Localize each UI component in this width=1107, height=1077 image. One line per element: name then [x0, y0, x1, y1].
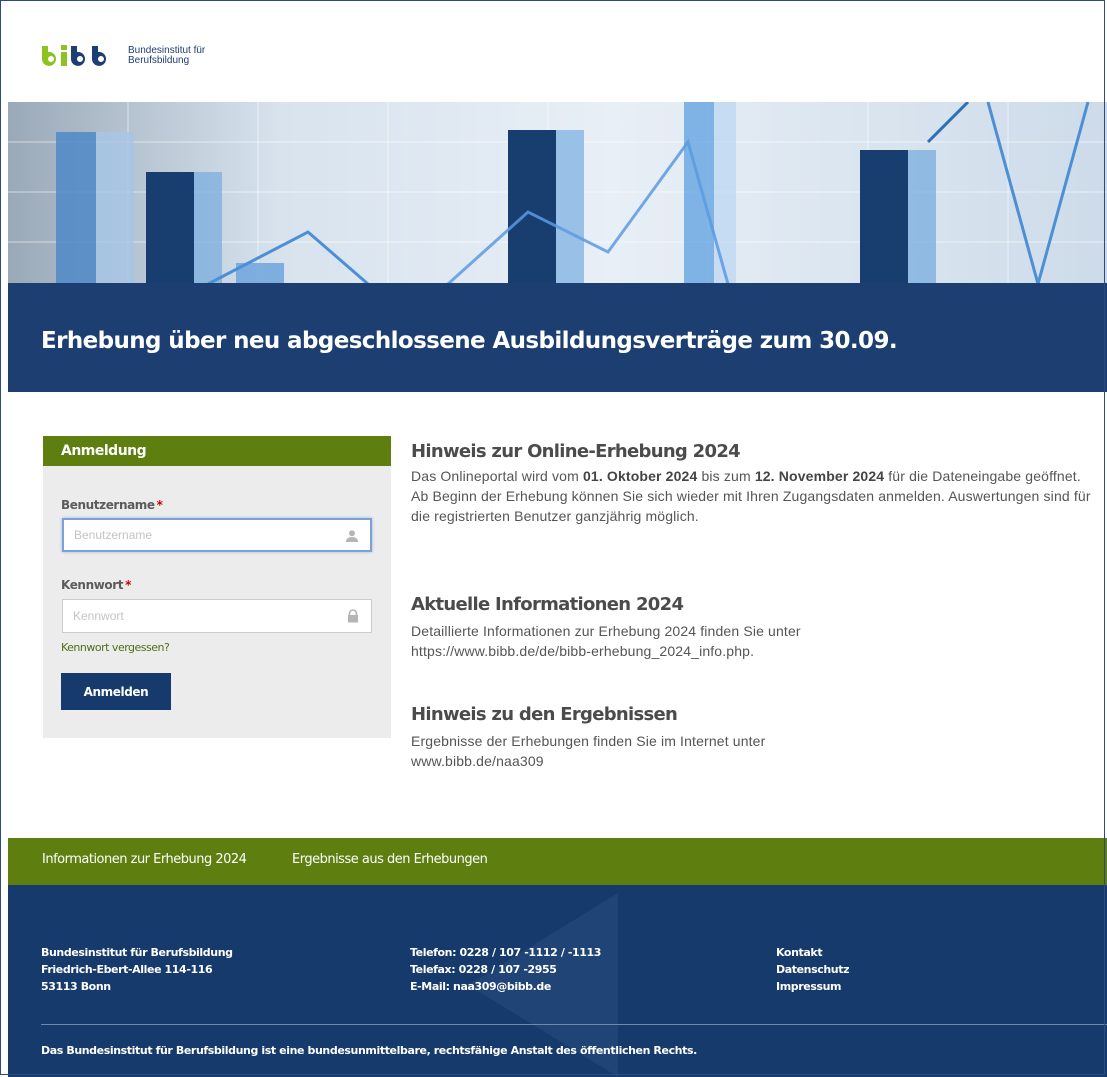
login-form: Anmeldung Benutzername* Kennwort* Kennwo… — [43, 436, 391, 738]
hero-banner: Erhebung über neu abgeschlossene Ausbild… — [8, 102, 1107, 392]
nav-link-informationen[interactable]: Informationen zur Erhebung 2024 — [42, 852, 247, 867]
username-label: Benutzername * — [61, 498, 163, 512]
username-field[interactable] — [62, 518, 372, 552]
info-section-online: Hinweis zur Online-Erhebung 2024 Das Onl… — [411, 441, 1091, 526]
footer-legal-text: Das Bundesinstitut für Berufsbildung ist… — [41, 1044, 697, 1057]
info-section-results: Hinweis zu den Ergebnissen Ergebnisse de… — [411, 704, 765, 771]
login-heading: Anmeldung — [43, 436, 391, 466]
lock-icon — [348, 609, 358, 623]
bibb-logo[interactable]: Bundesinstitut für Berufsbildung — [40, 44, 205, 68]
user-icon — [346, 530, 358, 542]
forgot-password-link[interactable]: Kennwort vergessen? — [61, 641, 170, 654]
footer-email: E-Mail: naa309@bibb.de — [410, 980, 551, 993]
section-text: Ergebnisse der Erhebungen finden Sie im … — [411, 733, 766, 749]
footer-phone: Telefon: 0228 / 107 -1112 / -1113 — [410, 946, 602, 959]
password-label: Kennwort * — [61, 578, 131, 592]
site-header: Bundesinstitut für Berufsbildung — [0, 0, 1107, 102]
required-mark: * — [125, 578, 131, 592]
footer-links: Kontakt Datenschutz Impressum — [776, 944, 850, 995]
start-date: 01. Oktober 2024 — [582, 468, 698, 484]
footer-fax: Telefax: 0228 / 107 -2955 — [410, 963, 557, 976]
footer-link-impressum[interactable]: Impressum — [776, 978, 849, 995]
password-input[interactable] — [63, 600, 333, 632]
info-section-current: Aktuelle Informationen 2024 Detaillierte… — [411, 594, 801, 661]
footer-nav: Informationen zur Erhebung 2024 Ergebnis… — [8, 838, 1107, 885]
required-mark: * — [156, 498, 163, 512]
end-date: 12. November 2024 — [754, 468, 885, 484]
username-input[interactable] — [64, 520, 334, 550]
section-title: Aktuelle Informationen 2024 — [411, 594, 684, 615]
section-title: Hinweis zu den Ergebnissen — [411, 704, 678, 725]
site-footer: Bundesinstitut für Berufsbildung Friedri… — [8, 885, 1107, 1077]
section-title: Hinweis zur Online-Erhebung 2024 — [411, 441, 741, 462]
page-title: Erhebung über neu abgeschlossene Ausbild… — [41, 328, 898, 354]
footer-link-kontakt[interactable]: Kontakt — [776, 944, 849, 961]
info-url: https://www.bibb.de/de/bibb-erhebung_202… — [411, 643, 755, 659]
section-text: Das Onlineportal wird vom 01. Oktober 20… — [411, 468, 1091, 524]
login-button[interactable]: Anmelden — [61, 673, 171, 710]
section-text: Detaillierte Informationen zur Erhebung … — [411, 623, 801, 639]
footer-address: Bundesinstitut für Berufsbildung Friedri… — [41, 946, 233, 993]
password-field[interactable] — [62, 599, 372, 633]
logo-text: Bundesinstitut für Berufsbildung — [128, 45, 206, 66]
results-url: www.bibb.de/naa309 — [411, 753, 544, 769]
footer-link-datenschutz[interactable]: Datenschutz — [776, 961, 850, 978]
bibb-logo-icon — [42, 45, 106, 66]
footer-contact: Telefon: 0228 / 107 -1112 / -1113 Telefa… — [410, 944, 601, 995]
nav-link-ergebnisse[interactable]: Ergebnisse aus den Erhebungen — [292, 852, 488, 867]
footer-divider — [41, 1024, 1107, 1025]
